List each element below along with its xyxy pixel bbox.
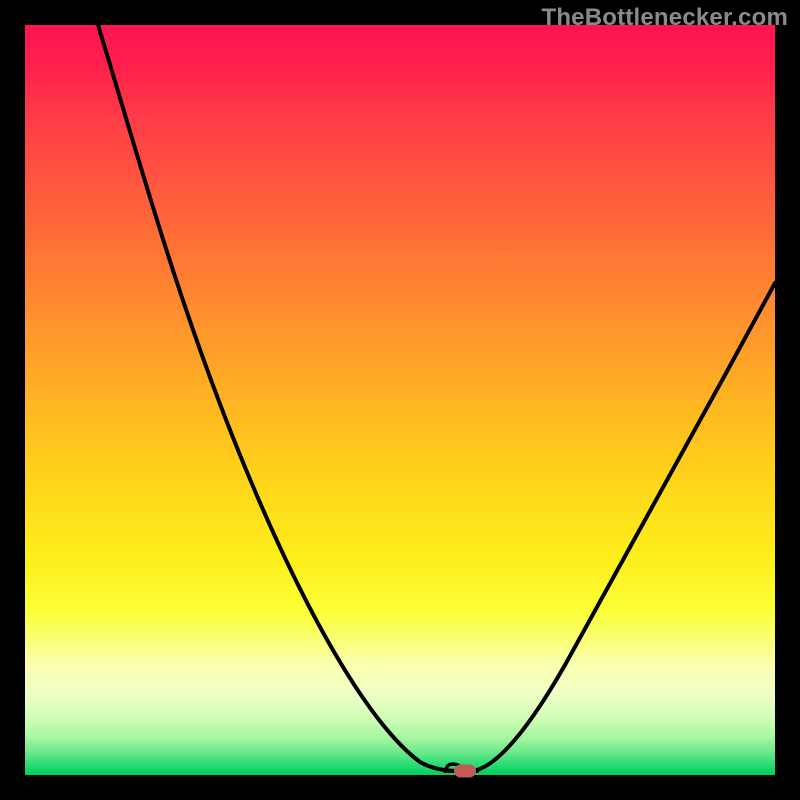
bottleneck-curve [25,25,775,775]
bottleneck-marker [454,765,476,778]
curve-right-branch [473,283,775,771]
watermark-text: TheBottlenecker.com [541,4,788,32]
curve-left-branch [98,25,457,771]
chart-root: TheBottlenecker.com [0,0,800,800]
